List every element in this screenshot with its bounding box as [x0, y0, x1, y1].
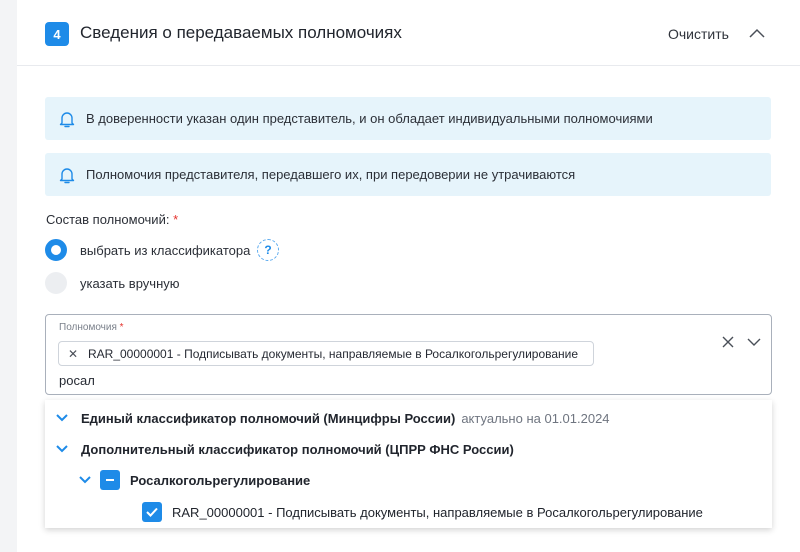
help-icon[interactable]: ? — [257, 239, 279, 261]
chip-label: RAR_00000001 - Подписывать документы, на… — [88, 347, 579, 361]
search-input[interactable]: росал — [59, 373, 95, 388]
section-header: 4 Сведения о передаваемых полномочиях Оч… — [17, 0, 800, 66]
radio-from-classifier[interactable] — [45, 239, 67, 261]
chevron-down-icon[interactable] — [55, 413, 69, 423]
minus-icon — [106, 479, 114, 481]
info-alert-single-representative: В доверенности указан один представитель… — [45, 97, 771, 140]
tree-leaf-label: RAR_00000001 - Подписывать документы, на… — [172, 504, 703, 520]
required-mark: * — [173, 212, 179, 227]
tree-node-label: Дополнительный классификатор полномочий … — [81, 441, 514, 457]
tree-node-mincifry[interactable]: Единый классификатор полномочий (Минцифр… — [55, 407, 610, 429]
chevron-down-icon[interactable] — [747, 337, 761, 347]
info-alert-redelegation: Полномочия представителя, передавшего их… — [45, 153, 771, 196]
clear-button[interactable]: Очистить — [668, 26, 729, 42]
tree-node-note: актуально на 01.01.2024 — [461, 410, 610, 426]
powers-multiselect[interactable]: Полномочия * ✕ RAR_00000001 - Подписыват… — [45, 314, 772, 395]
radio-manual[interactable] — [45, 272, 67, 294]
powers-section-card: 4 Сведения о передаваемых полномочиях Оч… — [17, 0, 800, 552]
radio-from-classifier-label[interactable]: выбрать из классификатора — [80, 243, 250, 258]
chevron-down-icon[interactable] — [55, 444, 69, 454]
classifier-tree-dropdown: Единый классификатор полномочий (Минцифр… — [45, 400, 772, 528]
section-title: Сведения о передаваемых полномочиях — [80, 23, 402, 42]
alert-text: В доверенности указан один представитель… — [86, 111, 653, 126]
checked-checkbox[interactable] — [142, 502, 162, 522]
bell-icon — [59, 112, 75, 128]
chevron-up-icon[interactable] — [748, 26, 766, 40]
tree-node-label: Росалкогольрегулирование — [130, 472, 311, 488]
chip-remove-icon[interactable]: ✕ — [68, 347, 78, 361]
chevron-down-icon[interactable] — [78, 475, 92, 485]
powers-field-label: Полномочия * — [59, 322, 124, 333]
tree-node-rosalko[interactable]: Росалкогольрегулирование — [78, 469, 310, 491]
selected-power-chip: ✕ RAR_00000001 - Подписывать документы, … — [58, 341, 594, 366]
radio-manual-label[interactable]: указать вручную — [80, 276, 180, 291]
required-mark: * — [119, 322, 124, 333]
tree-node-cprr[interactable]: Дополнительный классификатор полномочий … — [55, 438, 514, 460]
step-number-badge: 4 — [45, 22, 69, 46]
tree-leaf-rar-00000001[interactable]: RAR_00000001 - Подписывать документы, на… — [142, 501, 703, 523]
tree-node-label: Единый классификатор полномочий (Минцифр… — [81, 410, 456, 426]
powers-composition-label: Состав полномочий: * — [46, 212, 179, 227]
check-icon — [146, 507, 158, 517]
bell-icon — [59, 168, 75, 184]
alert-text: Полномочия представителя, передавшего их… — [86, 167, 576, 182]
close-icon[interactable] — [721, 335, 735, 349]
partial-checkbox[interactable] — [100, 470, 120, 490]
